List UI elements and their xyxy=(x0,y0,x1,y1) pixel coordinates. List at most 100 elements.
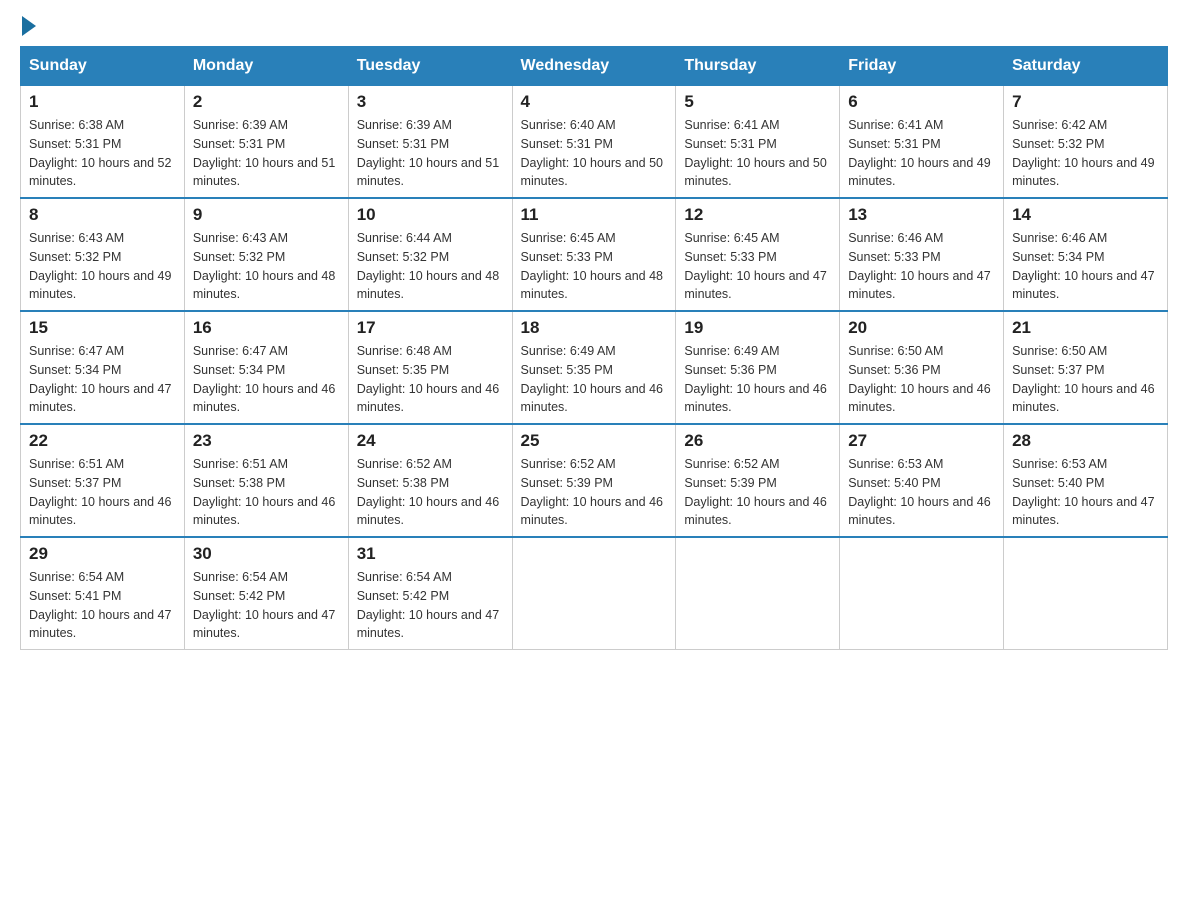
calendar-week-1: 1Sunrise: 6:38 AMSunset: 5:31 PMDaylight… xyxy=(21,86,1168,199)
col-header-friday: Friday xyxy=(840,47,1004,86)
calendar-cell: 28Sunrise: 6:53 AMSunset: 5:40 PMDayligh… xyxy=(1004,424,1168,537)
calendar-cell: 21Sunrise: 6:50 AMSunset: 5:37 PMDayligh… xyxy=(1004,311,1168,424)
calendar-cell: 22 Sunrise: 6:51 AMSunset: 5:37 PMDayligh… xyxy=(21,424,185,537)
day-number: 26 xyxy=(684,431,831,451)
day-number: 24 xyxy=(357,431,504,451)
day-info: Sunrise: 6:41 AMSunset: 5:31 PMDaylight:… xyxy=(684,116,831,191)
calendar-cell: 31 Sunrise: 6:54 AMSunset: 5:42 PMDayligh… xyxy=(348,537,512,650)
calendar-cell xyxy=(512,537,676,650)
day-number: 18 xyxy=(521,318,668,338)
day-number: 28 xyxy=(1012,431,1159,451)
day-number: 2 xyxy=(193,92,340,112)
day-number: 3 xyxy=(357,92,504,112)
day-info: Sunrise: 6:44 AMSunset: 5:32 PMDaylight:… xyxy=(357,229,504,304)
calendar-cell: 9 Sunrise: 6:43 AMSunset: 5:32 PMDaylight… xyxy=(184,198,348,311)
col-header-wednesday: Wednesday xyxy=(512,47,676,86)
day-number: 16 xyxy=(193,318,340,338)
calendar-week-2: 8 Sunrise: 6:43 AMSunset: 5:32 PMDaylight… xyxy=(21,198,1168,311)
day-info: Sunrise: 6:47 AMSunset: 5:34 PMDaylight:… xyxy=(29,342,176,417)
day-info: Sunrise: 6:47 AMSunset: 5:34 PMDaylight:… xyxy=(193,342,340,417)
calendar-cell: 18 Sunrise: 6:49 AMSunset: 5:35 PMDayligh… xyxy=(512,311,676,424)
calendar-cell: 6 Sunrise: 6:41 AMSunset: 5:31 PMDaylight… xyxy=(840,86,1004,199)
day-number: 4 xyxy=(521,92,668,112)
day-number: 13 xyxy=(848,205,995,225)
day-info: Sunrise: 6:51 AMSunset: 5:37 PMDaylight:… xyxy=(29,455,176,530)
day-info: Sunrise: 6:43 AMSunset: 5:32 PMDaylight:… xyxy=(193,229,340,304)
day-info: Sunrise: 6:51 AMSunset: 5:38 PMDaylight:… xyxy=(193,455,340,530)
calendar-table: SundayMondayTuesdayWednesdayThursdayFrid… xyxy=(20,46,1168,650)
calendar-cell: 10 Sunrise: 6:44 AMSunset: 5:32 PMDayligh… xyxy=(348,198,512,311)
calendar-cell xyxy=(840,537,1004,650)
day-number: 23 xyxy=(193,431,340,451)
col-header-saturday: Saturday xyxy=(1004,47,1168,86)
day-number: 9 xyxy=(193,205,340,225)
calendar-cell: 23 Sunrise: 6:51 AMSunset: 5:38 PMDayligh… xyxy=(184,424,348,537)
day-number: 27 xyxy=(848,431,995,451)
day-info: Sunrise: 6:42 AMSunset: 5:32 PMDaylight:… xyxy=(1012,116,1159,191)
day-info: Sunrise: 6:54 AMSunset: 5:42 PMDaylight:… xyxy=(193,568,340,643)
day-info: Sunrise: 6:54 AMSunset: 5:41 PMDaylight:… xyxy=(29,568,176,643)
day-info: Sunrise: 6:48 AMSunset: 5:35 PMDaylight:… xyxy=(357,342,504,417)
day-number: 29 xyxy=(29,544,176,564)
calendar-cell: 13 Sunrise: 6:46 AMSunset: 5:33 PMDayligh… xyxy=(840,198,1004,311)
day-info: Sunrise: 6:50 AMSunset: 5:36 PMDaylight:… xyxy=(848,342,995,417)
col-header-monday: Monday xyxy=(184,47,348,86)
calendar-cell: 17 Sunrise: 6:48 AMSunset: 5:35 PMDayligh… xyxy=(348,311,512,424)
calendar-cell: 3 Sunrise: 6:39 AMSunset: 5:31 PMDaylight… xyxy=(348,86,512,199)
day-number: 14 xyxy=(1012,205,1159,225)
day-number: 22 xyxy=(29,431,176,451)
day-number: 31 xyxy=(357,544,504,564)
calendar-cell: 11Sunrise: 6:45 AMSunset: 5:33 PMDayligh… xyxy=(512,198,676,311)
col-header-tuesday: Tuesday xyxy=(348,47,512,86)
day-number: 10 xyxy=(357,205,504,225)
day-info: Sunrise: 6:45 AMSunset: 5:33 PMDaylight:… xyxy=(684,229,831,304)
day-info: Sunrise: 6:50 AMSunset: 5:37 PMDaylight:… xyxy=(1012,342,1159,417)
day-info: Sunrise: 6:52 AMSunset: 5:38 PMDaylight:… xyxy=(357,455,504,530)
calendar-cell: 27Sunrise: 6:53 AMSunset: 5:40 PMDayligh… xyxy=(840,424,1004,537)
day-info: Sunrise: 6:52 AMSunset: 5:39 PMDaylight:… xyxy=(684,455,831,530)
calendar-header-row: SundayMondayTuesdayWednesdayThursdayFrid… xyxy=(21,47,1168,86)
logo-arrow-icon xyxy=(22,16,36,36)
day-number: 20 xyxy=(848,318,995,338)
day-info: Sunrise: 6:41 AMSunset: 5:31 PMDaylight:… xyxy=(848,116,995,191)
day-info: Sunrise: 6:43 AMSunset: 5:32 PMDaylight:… xyxy=(29,229,176,304)
calendar-cell: 29 Sunrise: 6:54 AMSunset: 5:41 PMDayligh… xyxy=(21,537,185,650)
day-info: Sunrise: 6:46 AMSunset: 5:34 PMDaylight:… xyxy=(1012,229,1159,304)
calendar-cell xyxy=(1004,537,1168,650)
day-number: 5 xyxy=(684,92,831,112)
day-info: Sunrise: 6:49 AMSunset: 5:35 PMDaylight:… xyxy=(521,342,668,417)
day-number: 25 xyxy=(521,431,668,451)
calendar-week-5: 29 Sunrise: 6:54 AMSunset: 5:41 PMDayligh… xyxy=(21,537,1168,650)
col-header-sunday: Sunday xyxy=(21,47,185,86)
calendar-cell: 24 Sunrise: 6:52 AMSunset: 5:38 PMDayligh… xyxy=(348,424,512,537)
day-number: 6 xyxy=(848,92,995,112)
calendar-cell: 7 Sunrise: 6:42 AMSunset: 5:32 PMDaylight… xyxy=(1004,86,1168,199)
day-number: 8 xyxy=(29,205,176,225)
day-number: 7 xyxy=(1012,92,1159,112)
day-info: Sunrise: 6:45 AMSunset: 5:33 PMDaylight:… xyxy=(521,229,668,304)
day-number: 19 xyxy=(684,318,831,338)
calendar-cell: 14 Sunrise: 6:46 AMSunset: 5:34 PMDayligh… xyxy=(1004,198,1168,311)
calendar-cell: 16 Sunrise: 6:47 AMSunset: 5:34 PMDayligh… xyxy=(184,311,348,424)
calendar-cell: 2 Sunrise: 6:39 AMSunset: 5:31 PMDaylight… xyxy=(184,86,348,199)
day-info: Sunrise: 6:39 AMSunset: 5:31 PMDaylight:… xyxy=(357,116,504,191)
calendar-week-4: 22 Sunrise: 6:51 AMSunset: 5:37 PMDayligh… xyxy=(21,424,1168,537)
day-info: Sunrise: 6:40 AMSunset: 5:31 PMDaylight:… xyxy=(521,116,668,191)
day-info: Sunrise: 6:39 AMSunset: 5:31 PMDaylight:… xyxy=(193,116,340,191)
page-header xyxy=(20,20,1168,36)
calendar-cell: 12Sunrise: 6:45 AMSunset: 5:33 PMDayligh… xyxy=(676,198,840,311)
calendar-cell: 1Sunrise: 6:38 AMSunset: 5:31 PMDaylight… xyxy=(21,86,185,199)
calendar-cell xyxy=(676,537,840,650)
day-number: 1 xyxy=(29,92,176,112)
day-number: 17 xyxy=(357,318,504,338)
calendar-cell: 20 Sunrise: 6:50 AMSunset: 5:36 PMDayligh… xyxy=(840,311,1004,424)
day-number: 30 xyxy=(193,544,340,564)
col-header-thursday: Thursday xyxy=(676,47,840,86)
day-info: Sunrise: 6:54 AMSunset: 5:42 PMDaylight:… xyxy=(357,568,504,643)
calendar-cell: 25 Sunrise: 6:52 AMSunset: 5:39 PMDayligh… xyxy=(512,424,676,537)
day-info: Sunrise: 6:52 AMSunset: 5:39 PMDaylight:… xyxy=(521,455,668,530)
calendar-week-3: 15Sunrise: 6:47 AMSunset: 5:34 PMDayligh… xyxy=(21,311,1168,424)
day-info: Sunrise: 6:46 AMSunset: 5:33 PMDaylight:… xyxy=(848,229,995,304)
calendar-cell: 26 Sunrise: 6:52 AMSunset: 5:39 PMDayligh… xyxy=(676,424,840,537)
logo xyxy=(20,20,36,36)
